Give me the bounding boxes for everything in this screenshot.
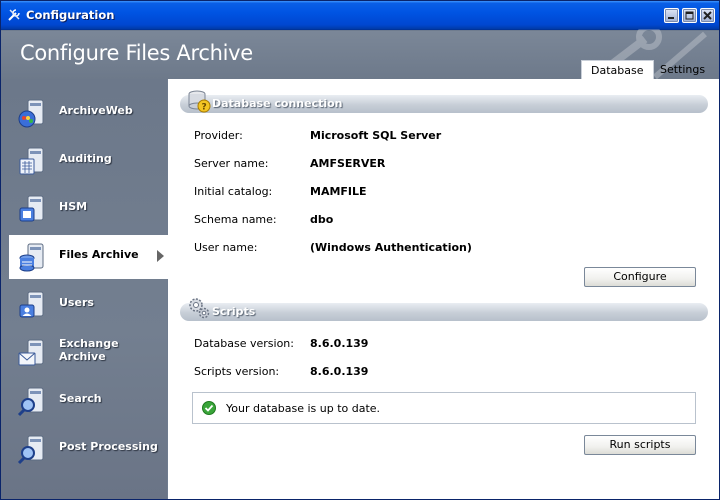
search-icon (17, 387, 44, 417)
sidebar-item-files-archive[interactable]: Files Archive (9, 235, 168, 279)
checkmark-icon (202, 401, 216, 415)
svg-text:?: ? (202, 103, 207, 113)
database-version-value: 8.6.0.139 (310, 337, 369, 350)
provider-value: Microsoft SQL Server (310, 129, 442, 142)
sidebar: ArchiveWeb Auditing HSM Files Archive Us… (1, 79, 168, 499)
post-processing-icon (17, 435, 44, 465)
user-name-value: (Windows Authentication) (310, 241, 472, 254)
status-message-box: Your database is up to date. (192, 392, 696, 424)
minimize-button[interactable] (664, 8, 679, 23)
sidebar-item-search[interactable]: Search (9, 379, 167, 423)
sidebar-item-post-processing[interactable]: Post Processing (9, 427, 167, 471)
configure-button[interactable]: Configure (584, 267, 696, 287)
initial-catalog-label: Initial catalog: (194, 185, 273, 198)
maximize-icon (685, 11, 694, 20)
status-text: Your database is up to date. (226, 402, 381, 415)
server-name-label: Server name: (194, 157, 269, 170)
files-archive-icon (19, 243, 44, 272)
tools-icon (8, 9, 20, 21)
schema-name-label: Schema name: (194, 213, 277, 226)
window-title: Configuration (26, 8, 115, 22)
sidebar-item-label: Post Processing (59, 440, 158, 453)
gears-icon (189, 298, 210, 319)
configuration-window: Configuration Configure Files Archive Da… (0, 0, 720, 500)
auditing-icon (19, 147, 44, 175)
archiveweb-icon (18, 99, 44, 128)
users-icon (19, 291, 44, 318)
database-connection-header: ? Database connection (180, 90, 708, 113)
initial-catalog-value: MAMFILE (310, 185, 367, 198)
sidebar-item-users[interactable]: Users (9, 283, 167, 327)
tab-settings[interactable]: Settings (651, 60, 714, 80)
title-bar[interactable]: Configuration (1, 1, 719, 30)
sidebar-item-hsm[interactable]: HSM (9, 187, 167, 231)
sidebar-item-label: Users (59, 296, 94, 309)
chevron-right-icon (157, 250, 164, 262)
schema-name-value: dbo (310, 213, 334, 226)
server-name-value: AMFSERVER (310, 157, 386, 170)
tab-database[interactable]: Database (581, 60, 654, 80)
maximize-button[interactable] (682, 8, 697, 23)
sidebar-item-label: Exchange Archive (59, 337, 119, 363)
exchange-archive-icon (18, 339, 44, 366)
sidebar-item-auditing[interactable]: Auditing (9, 139, 167, 183)
close-icon (703, 11, 712, 20)
user-name-label: User name: (194, 241, 258, 254)
sidebar-item-exchange-archive[interactable]: Exchange Archive (9, 331, 167, 375)
page-title: Configure Files Archive (20, 41, 253, 65)
database-icon: ? (188, 90, 211, 113)
sidebar-item-archiveweb[interactable]: ArchiveWeb (9, 91, 167, 135)
section-title: Database connection (212, 97, 343, 110)
sidebar-item-label: Files Archive (59, 248, 139, 261)
sidebar-item-label: Search (59, 392, 102, 405)
close-button[interactable] (700, 8, 715, 23)
sidebar-item-label: Auditing (59, 152, 112, 165)
main-panel: ? Database connection Provider: Microsof… (168, 79, 719, 499)
run-scripts-button[interactable]: Run scripts (584, 435, 696, 455)
minimize-icon (668, 17, 674, 19)
hsm-icon (19, 195, 44, 222)
provider-label: Provider: (194, 129, 243, 142)
sidebar-item-label: ArchiveWeb (59, 104, 133, 117)
section-title: Scripts (212, 305, 256, 318)
scripts-version-label: Scripts version: (194, 365, 280, 378)
sidebar-item-label: HSM (59, 200, 88, 213)
database-version-label: Database version: (194, 337, 294, 350)
scripts-version-value: 8.6.0.139 (310, 365, 369, 378)
scripts-header: Scripts (180, 298, 708, 321)
